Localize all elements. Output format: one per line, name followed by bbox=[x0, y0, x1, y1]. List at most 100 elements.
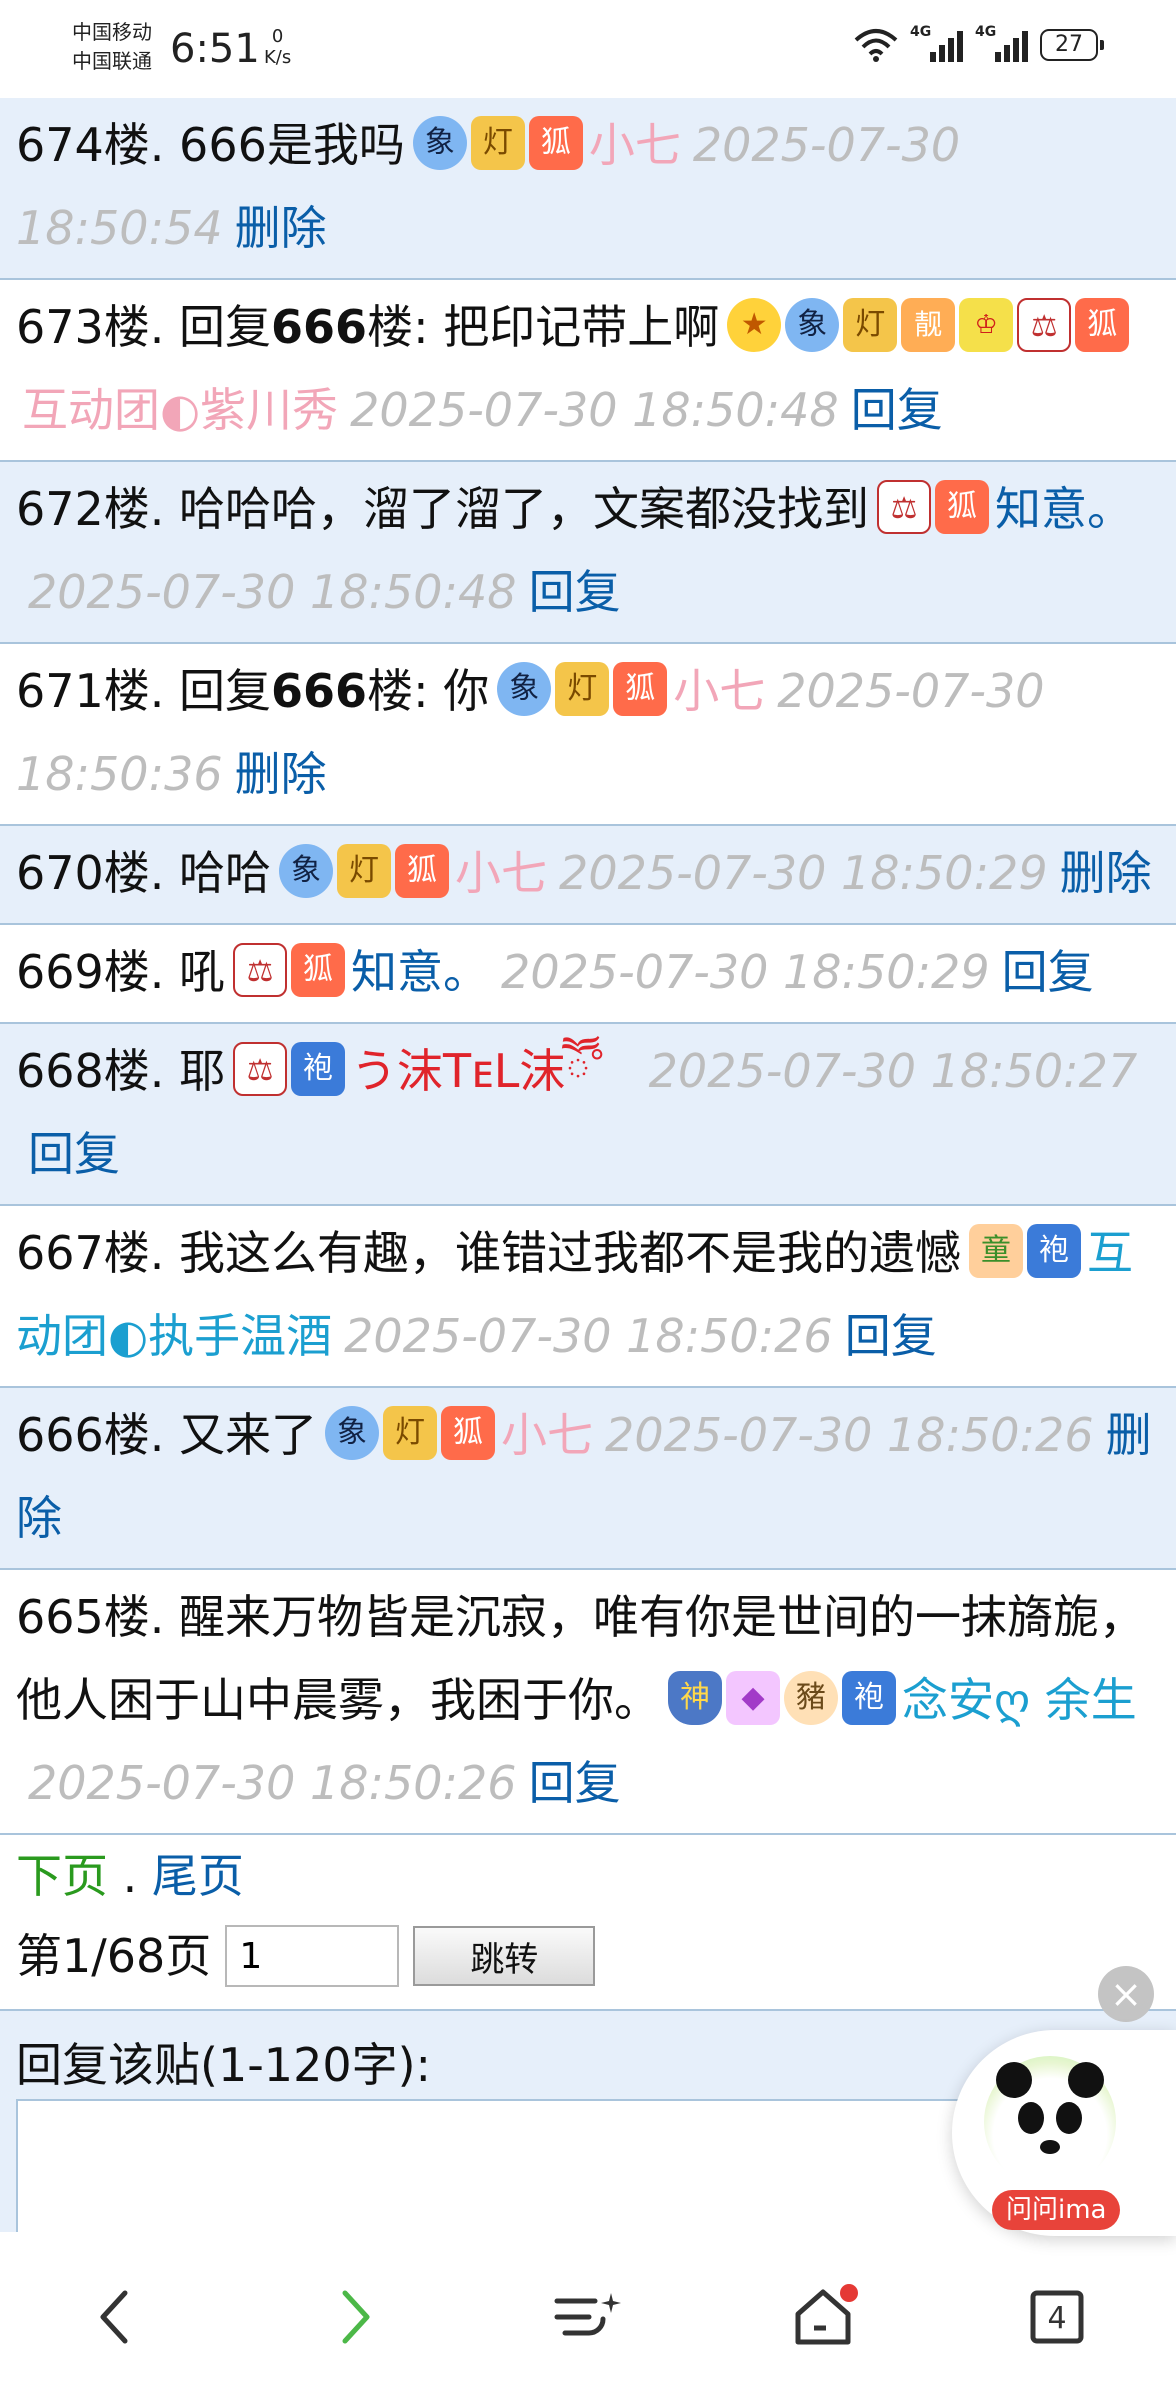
reply-link[interactable]: 回复 bbox=[529, 1756, 621, 1810]
lamp-icon: 灯 bbox=[383, 1405, 438, 1460]
scale-icon: ⚖ bbox=[233, 942, 288, 997]
post-body: 哈哈哈，溜了溜了，文案都没找到 bbox=[179, 482, 870, 536]
post-item: 668楼. 耶 ⚖ 袍う沫TᴇL沫ཽ゜ 2025-07-30 18:50:27 回复 bbox=[0, 1024, 1176, 1206]
post-username[interactable]: 念安ღ 余生 bbox=[902, 1673, 1137, 1727]
post-timestamp: 2025-07-30 18:50:26 bbox=[344, 1309, 833, 1363]
post-item: 666楼. 又来了象灯狐小七 2025-07-30 18:50:26 删除 bbox=[0, 1388, 1176, 1570]
delete-link[interactable]: 删除 bbox=[1060, 846, 1152, 900]
post-floor: 670楼. bbox=[16, 846, 165, 900]
pig-icon: 豬 bbox=[784, 1670, 838, 1725]
post-username[interactable]: 小七 bbox=[455, 846, 547, 900]
tabs-button[interactable]: 4 bbox=[1012, 2272, 1102, 2362]
reply-link[interactable]: 回复 bbox=[28, 1127, 120, 1181]
kid-icon: 童 bbox=[969, 1223, 1024, 1278]
reply-label: 回复该贴(1-120字): bbox=[16, 2038, 432, 2092]
post-item: 671楼. 回复666楼: 你象灯狐小七 2025-07-30 18:50:36 删… bbox=[0, 644, 1176, 826]
user-badges: ⚖ 狐 bbox=[877, 479, 990, 534]
close-assistant-button[interactable]: × bbox=[1098, 1966, 1154, 2022]
browser-bottom-nav: 4 bbox=[0, 2232, 1176, 2400]
post-timestamp: 2025-07-30 18:50:29 bbox=[501, 945, 990, 999]
page-number-input[interactable] bbox=[225, 1925, 400, 1987]
scale-icon: ⚖ bbox=[233, 1041, 288, 1096]
post-timestamp: 2025-07-30 18:50:48 bbox=[28, 565, 517, 619]
post-reply-prefix: 回复 bbox=[179, 300, 272, 354]
next-page-link[interactable]: 下页 bbox=[16, 1849, 108, 1903]
post-reply-target: 666 bbox=[271, 300, 368, 354]
post-body: 楼: 把印记带上啊 bbox=[367, 300, 720, 354]
assistant-float-button[interactable]: 问问ima bbox=[952, 2030, 1176, 2236]
menu-button[interactable] bbox=[542, 2272, 632, 2362]
pager-separator: . bbox=[108, 1849, 152, 1903]
post-body: 吼 bbox=[179, 945, 226, 999]
post-body: 哈哈 bbox=[179, 846, 272, 900]
post-list: 674楼. 666是我吗象灯狐小七 2025-07-30 18:50:54 删除 67… bbox=[0, 98, 1176, 1835]
signal-bars-icon bbox=[930, 28, 963, 62]
clock: 6:51 bbox=[170, 26, 260, 72]
post-username[interactable]: 知意。 bbox=[995, 482, 1133, 536]
panda-avatar-icon bbox=[984, 2056, 1116, 2188]
post-floor: 666楼. bbox=[16, 1408, 165, 1462]
post-username[interactable]: 知意。 bbox=[351, 945, 489, 999]
post-item: 667楼. 我这么有趣，谁错过我都不是我的遗憾童袍互动团◐执手温酒 2025-07… bbox=[0, 1206, 1176, 1388]
post-body: 又来了 bbox=[179, 1408, 318, 1462]
fox-icon: 狐 bbox=[935, 479, 990, 534]
fox-icon: 狐 bbox=[441, 1405, 496, 1460]
user-badges: 神 ◆ 豬袍 bbox=[668, 1670, 896, 1725]
battery-icon: 27 bbox=[1040, 29, 1104, 61]
user-badges: ★ 象灯靓 ♔ ⚖ 狐 bbox=[727, 297, 1130, 352]
post-username[interactable]: 小七 bbox=[501, 1408, 593, 1462]
back-button[interactable] bbox=[70, 2272, 160, 2362]
post-username[interactable]: う沫TᴇL沫ཽ゜ bbox=[351, 1044, 637, 1098]
crown-icon: ♔ bbox=[959, 297, 1014, 352]
reply-link[interactable]: 回复 bbox=[1002, 945, 1094, 999]
chevron-right-icon bbox=[342, 2290, 370, 2344]
user-badges: 象灯狐 bbox=[497, 661, 668, 716]
robe-icon: 袍 bbox=[291, 1041, 346, 1096]
post-item: 673楼. 回复666楼: 把印记带上啊 ★ 象灯靓 ♔ ⚖ 狐互动团◐紫川秀 2025-0… bbox=[0, 280, 1176, 462]
post-item: 665楼. 醒来万物皆是沉寂，唯有你是世间的一抹旖旎，他人困于山中晨雾，我困于你… bbox=[0, 1570, 1176, 1835]
fox-icon: 狐 bbox=[528, 115, 583, 170]
user-badges: ⚖ 袍 bbox=[233, 1041, 346, 1096]
post-username[interactable]: 互动团◐紫川秀 bbox=[22, 383, 338, 437]
delete-link[interactable]: 删除 bbox=[235, 747, 327, 801]
post-item: 672楼. 哈哈哈，溜了溜了，文案都没找到 ⚖ 狐知意。 2025-07-30 18:… bbox=[0, 462, 1176, 644]
post-floor: 669楼. bbox=[16, 945, 165, 999]
post-timestamp: 2025-07-30 18:50:26 bbox=[605, 1408, 1094, 1462]
post-timestamp: 2025-07-30 18:50:48 bbox=[350, 383, 839, 437]
post-timestamp: 2025-07-30 18:50:29 bbox=[559, 846, 1048, 900]
last-page-link[interactable]: 尾页 bbox=[152, 1849, 244, 1903]
post-body: 耶 bbox=[179, 1044, 226, 1098]
delete-link[interactable]: 删除 bbox=[235, 201, 327, 255]
reply-link[interactable]: 回复 bbox=[845, 1309, 937, 1363]
post-floor: 665楼. bbox=[16, 1590, 165, 1644]
elephant-icon: 象 bbox=[279, 843, 334, 898]
elephant-icon: 象 bbox=[497, 661, 552, 716]
fox-icon: 狐 bbox=[395, 843, 450, 898]
reply-link[interactable]: 回复 bbox=[851, 383, 943, 437]
user-badges: 象灯狐 bbox=[325, 1405, 496, 1460]
bang-icon: 靓 bbox=[901, 297, 956, 352]
star-icon: ★ bbox=[727, 297, 782, 352]
signal-1: 4G bbox=[910, 24, 963, 62]
post-username[interactable]: 小七 bbox=[673, 664, 765, 718]
post-reply-prefix: 回复 bbox=[179, 664, 272, 718]
forward-button[interactable] bbox=[310, 2272, 400, 2362]
tabs-icon: 4 bbox=[1030, 2290, 1084, 2344]
reply-link[interactable]: 回复 bbox=[529, 565, 621, 619]
network-speed-unit: K/s bbox=[264, 47, 292, 68]
network-type-2: 4G bbox=[975, 24, 997, 40]
wifi-icon bbox=[854, 29, 898, 62]
status-bar: 中国移动 中国联通 6:51 0 K/s 4G 4G 27 bbox=[0, 0, 1176, 98]
home-button[interactable] bbox=[778, 2272, 868, 2362]
carrier-2: 中国联通 bbox=[72, 49, 152, 73]
jump-button[interactable]: 跳转 bbox=[413, 1926, 596, 1986]
scale-icon: ⚖ bbox=[877, 479, 932, 534]
lamp-icon: 灯 bbox=[470, 115, 525, 170]
post-body: 我这么有趣，谁错过我都不是我的遗憾 bbox=[179, 1226, 962, 1280]
post-username[interactable]: 小七 bbox=[589, 118, 681, 172]
fox-icon: 狐 bbox=[613, 661, 668, 716]
post-item: 674楼. 666是我吗象灯狐小七 2025-07-30 18:50:54 删除 bbox=[0, 98, 1176, 280]
assistant-label: 问问ima bbox=[992, 2190, 1121, 2230]
menu-sparkle-icon bbox=[554, 2293, 621, 2336]
shield-icon: 神 bbox=[668, 1670, 722, 1725]
